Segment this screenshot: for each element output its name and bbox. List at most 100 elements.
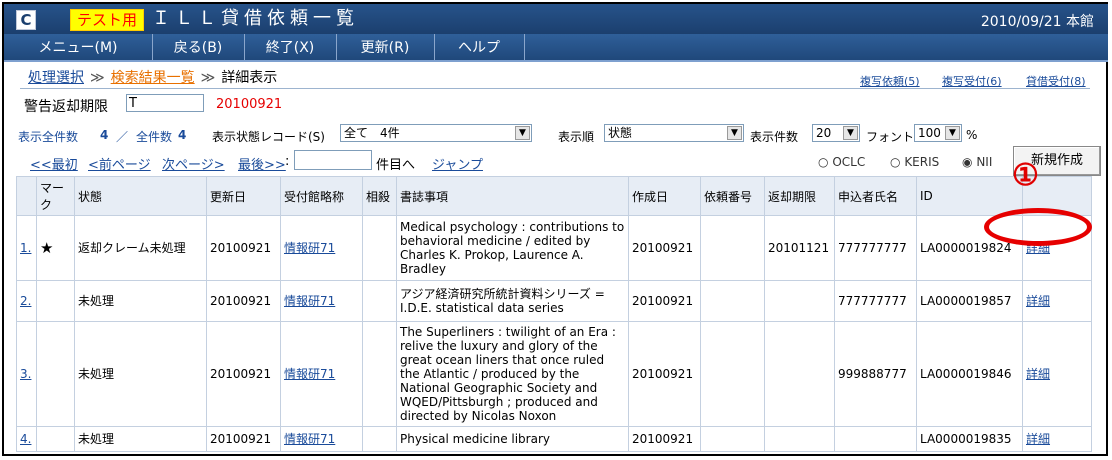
date-library: 2010/09/21 本館 [980,14,1094,30]
warning-due-input[interactable]: T [126,94,204,112]
menu-item-refresh[interactable]: 更新(R) [336,34,435,62]
font-size-select[interactable]: 100 ▼ [914,124,962,142]
status-filter-select[interactable]: 全て 4件 ▼ [340,124,532,142]
row-library-link[interactable]: 情報研71 [280,215,363,281]
row-status: 未処理 [74,426,207,452]
row-due [764,280,835,322]
table-row: 2. 未処理 20100921 情報研71 アジア経済研究所統計資料シリーズ =… [16,280,1092,322]
column-header-library[interactable]: 受付館略称 [280,176,363,216]
row-offset [362,215,397,281]
link-copy-request[interactable]: 複写依頼(5) [860,73,920,89]
chevron-down-icon: ▼ [945,126,960,140]
radio-keris[interactable]: ○ KERIS [890,155,939,169]
page-first-link[interactable]: <<最初 [30,154,78,173]
menu-item-exit[interactable]: 終了(X) [244,34,337,62]
per-page-select[interactable]: 20 ▼ [812,124,860,142]
row-applicant: 777777777 [834,280,917,322]
table-row: 4. 未処理 20100921 情報研71 Physical medicine … [16,426,1092,452]
sort-order-select[interactable]: 状態 ▼ [604,124,744,142]
page-title: ＩＬＬ貸借依頼一覧 [152,8,359,29]
column-header-created[interactable]: 作成日 [628,176,701,216]
row-detail-link[interactable]: 詳細 [1022,426,1092,452]
row-detail-link[interactable]: 詳細 [1022,280,1092,322]
row-number-link[interactable]: 3. [16,321,37,427]
menu-bar: メニュー(M) 戻る(B) 終了(X) 更新(R) ヘルプ [4,34,1108,62]
menu-item-menu[interactable]: メニュー(M) [4,34,153,62]
breadcrumb-separator: ≫ [90,70,105,86]
breadcrumb: 処理選択 ≫ 検索結果一覧 ≫ 詳細表示 [28,67,277,87]
per-page-value: 20 [816,126,832,140]
app-logo-icon: C [16,10,36,30]
column-header-biblio[interactable]: 書誌事項 [396,176,629,216]
row-number-link[interactable]: 2. [16,280,37,322]
row-biblio: Medical psychology : contributions to be… [396,215,629,281]
row-updated: 20100921 [206,280,281,322]
row-mark [36,321,75,427]
results-table: マーク 状態 更新日 受付館略称 相殺 書誌事項 作成日 依頼番号 返却期限 申… [16,176,1092,452]
chevron-down-icon: ▼ [515,126,530,140]
column-header [16,176,37,216]
table-row: 3. 未処理 20100921 情報研71 The Superliners : … [16,321,1092,427]
warning-due-label: 警告返却期限 [24,99,108,115]
radio-oclc[interactable]: ○ OCLC [818,155,865,169]
row-biblio: アジア経済研究所統計資料シリーズ = I.D.E. statistical da… [396,280,629,322]
chevron-down-icon: ▼ [727,126,742,140]
row-created: 20100921 [628,215,701,281]
row-due [764,426,835,452]
row-due: 20101121 [764,215,835,281]
column-header-due[interactable]: 返却期限 [764,176,835,216]
annotation-highlight-ring [984,208,1092,246]
row-mark [36,426,75,452]
column-header-applicant[interactable]: 申込者氏名 [834,176,917,216]
row-id: LA0000019857 [916,280,1023,322]
all-total-value: 4 [178,128,187,142]
breadcrumb-current: 詳細表示 [221,70,278,86]
column-header-id[interactable]: ID [916,176,1023,216]
page-jump-link[interactable]: ジャンプ [432,154,483,173]
count-separator: ／ [116,130,129,144]
row-created: 20100921 [628,280,701,322]
row-status: 未処理 [74,280,207,322]
breadcrumb-select[interactable]: 処理選択 [28,70,84,86]
column-header-updated[interactable]: 更新日 [206,176,281,216]
sort-order-value: 状態 [608,126,633,140]
row-number-link[interactable]: 4. [16,426,37,452]
row-library-link[interactable]: 情報研71 [280,426,363,452]
row-offset [362,426,397,452]
row-applicant [834,426,917,452]
column-header-request-no[interactable]: 依頼番号 [700,176,765,216]
sort-order-label: 表示順 [558,130,595,144]
title-bar: C テスト用 ＩＬＬ貸借依頼一覧 2010/09/21 本館 [4,4,1108,34]
page-prev-link[interactable]: <前ページ [88,154,151,173]
row-biblio: The Superliners : twilight of an Era : r… [396,321,629,427]
percent-sign: % [966,128,978,142]
menu-item-back[interactable]: 戻る(B) [152,34,245,62]
page-jump-label: 件目へ [376,158,416,173]
font-size-value: 100 [918,126,941,140]
row-library-link[interactable]: 情報研71 [280,321,363,427]
radio-checked-icon: ◉ [962,155,973,169]
row-mark [36,280,75,322]
radio-nii[interactable]: ◉ NII [962,155,992,169]
row-offset [362,280,397,322]
row-id: LA0000019846 [916,321,1023,427]
breadcrumb-search-results[interactable]: 検索結果一覧 [111,70,195,86]
row-detail-link[interactable]: 詳細 [1022,321,1092,427]
row-created: 20100921 [628,321,701,427]
link-loan-accept[interactable]: 貸借受付(8) [1026,73,1086,89]
row-number-link[interactable]: 1. [16,215,37,281]
row-biblio: Physical medicine library [396,426,629,452]
page-next-link[interactable]: 次ページ> [162,154,225,173]
row-library-link[interactable]: 情報研71 [280,280,363,322]
page-jump-input[interactable] [294,150,372,170]
column-header-status[interactable]: 状態 [74,176,207,216]
row-updated: 20100921 [206,215,281,281]
menu-item-help[interactable]: ヘルプ [434,34,525,62]
table-header-row: マーク 状態 更新日 受付館略称 相殺 書誌事項 作成日 依頼番号 返却期限 申… [16,176,1092,216]
link-copy-accept[interactable]: 複写受付(6) [942,73,1002,89]
column-header-offset[interactable]: 相殺 [362,176,397,216]
radio-keris-label: KERIS [904,155,940,169]
page-last-link[interactable]: 最後>> [238,154,286,173]
display-total-label: 表示全件数 [18,130,79,144]
test-badge: テスト用 [70,9,145,31]
